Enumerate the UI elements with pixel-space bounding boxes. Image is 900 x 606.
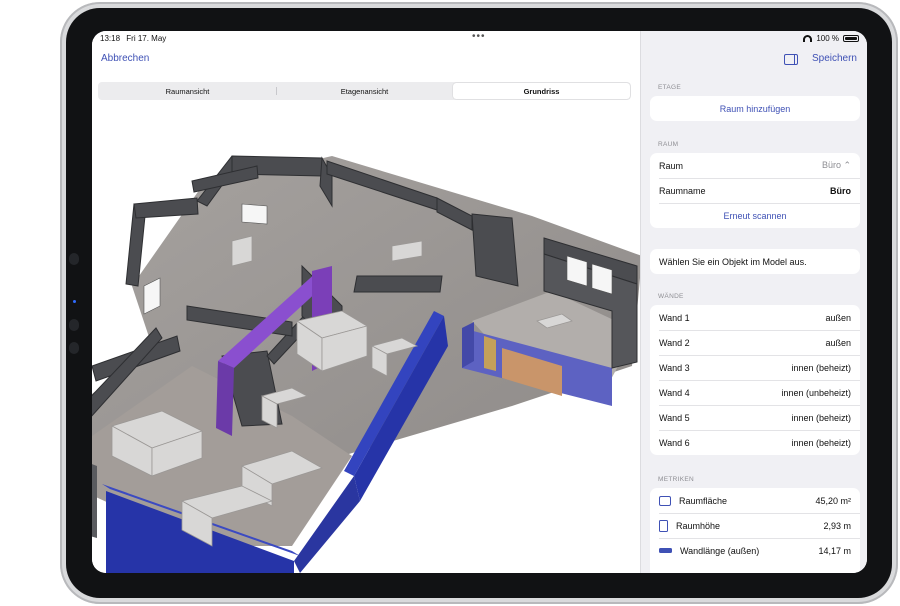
side-button bbox=[69, 342, 79, 354]
side-button bbox=[69, 319, 79, 331]
wifi-icon bbox=[803, 35, 813, 42]
wall-label: Wand 2 bbox=[659, 337, 690, 348]
metric-value: 14,17 m bbox=[818, 545, 851, 556]
add-room-button[interactable]: Raum hinzufügen bbox=[650, 96, 860, 121]
wall-row-3[interactable]: Wand 3 innen (beheizt) bbox=[650, 355, 860, 380]
wall-row-1[interactable]: Wand 1 außen bbox=[650, 305, 860, 330]
wall-label: Wand 3 bbox=[659, 362, 690, 373]
wall-label: Wand 1 bbox=[659, 312, 690, 323]
metrics-card: Raumfläche 45,20 m² Raumhöhe 2,93 m Wand… bbox=[650, 488, 860, 573]
tab-raumansicht[interactable]: Raumansicht bbox=[99, 83, 276, 99]
walls-card: Wand 1 außen Wand 2 außen Wand 3 innen (beh… bbox=[650, 305, 860, 455]
floor-plan-3d-model[interactable] bbox=[92, 106, 640, 573]
metric-row-area: Raumfläche 45,20 m² bbox=[650, 488, 860, 513]
wall-label: Wand 5 bbox=[659, 412, 690, 423]
metric-row-wall-length: Wandlänge (außen) 14,17 m bbox=[650, 538, 860, 563]
wall-row-4[interactable]: Wand 4 innen (unbeheizt) bbox=[650, 380, 860, 405]
raum-card: Raum Büro ⌃ Raumname Büro Erneut scannen bbox=[650, 153, 860, 228]
metric-row-height: Raumhöhe 2,93 m bbox=[650, 513, 860, 538]
tab-etagenansicht[interactable]: Etagenansicht bbox=[276, 83, 453, 99]
area-icon bbox=[659, 495, 671, 506]
metric-label: Raumfläche bbox=[679, 495, 728, 506]
inspector-panel: 100 % Speichern ETAGE Raum hinzufügen RA… bbox=[640, 31, 867, 573]
save-button[interactable]: Speichern bbox=[812, 53, 857, 64]
wall-type: innen (unbeheizt) bbox=[781, 387, 851, 398]
wall-row-6[interactable]: Wand 6 innen (beheizt) bbox=[650, 430, 860, 455]
wall-row-5[interactable]: Wand 5 innen (beheizt) bbox=[650, 405, 860, 430]
room-select-value[interactable]: Büro ⌃ bbox=[822, 160, 851, 171]
room-name-label: Raumname bbox=[659, 185, 706, 196]
view-segmented-control: Raumansicht Etagenansicht Grundriss bbox=[98, 82, 631, 100]
wall-label: Wand 6 bbox=[659, 437, 690, 448]
metric-label: Wandlänge (außen) bbox=[680, 545, 760, 556]
camera-indicator bbox=[73, 300, 76, 303]
status-date: Fri 17. May bbox=[126, 34, 167, 43]
hint-card: Wählen Sie ein Objekt im Model aus. bbox=[650, 249, 860, 274]
metric-value: 2,93 m bbox=[823, 520, 851, 531]
wall-type: innen (beheizt) bbox=[791, 437, 851, 448]
tab-grundriss[interactable]: Grundriss bbox=[453, 83, 630, 99]
room-name-value[interactable]: Büro bbox=[830, 186, 851, 196]
room-select-row[interactable]: Raum Büro ⌃ bbox=[650, 153, 860, 178]
wall-row-2[interactable]: Wand 2 außen bbox=[650, 330, 860, 355]
status-right: 100 % bbox=[803, 34, 859, 43]
length-icon bbox=[659, 548, 672, 553]
section-metrics-heading: METRIKEN bbox=[658, 476, 694, 483]
wall-type: innen (beheizt) bbox=[791, 412, 851, 423]
cancel-button[interactable]: Abbrechen bbox=[101, 53, 149, 64]
section-walls-heading: WÄNDE bbox=[658, 293, 684, 300]
screen: 13:18 Fri 17. May ••• Abbrechen Raumansi… bbox=[92, 31, 867, 573]
metric-value: 45,20 m² bbox=[815, 495, 851, 506]
status-time-date: 13:18 Fri 17. May bbox=[100, 34, 170, 43]
etage-card: Raum hinzufügen bbox=[650, 96, 860, 121]
side-button bbox=[69, 253, 79, 265]
sidebar-toggle-icon[interactable] bbox=[784, 54, 798, 65]
wall-label: Wand 4 bbox=[659, 387, 690, 398]
battery-icon bbox=[843, 35, 859, 42]
room-name-row[interactable]: Raumname Büro bbox=[650, 178, 860, 203]
section-etage-heading: ETAGE bbox=[658, 84, 682, 91]
select-object-hint: Wählen Sie ein Objekt im Model aus. bbox=[659, 256, 807, 267]
room-label: Raum bbox=[659, 160, 684, 171]
wall-type: außen bbox=[825, 337, 851, 348]
wall-type: innen (beheizt) bbox=[791, 362, 851, 373]
metric-label: Raumhöhe bbox=[676, 520, 721, 531]
wall-type: außen bbox=[825, 312, 851, 323]
rescan-button[interactable]: Erneut scannen bbox=[650, 203, 860, 228]
battery-percent: 100 % bbox=[816, 34, 839, 43]
status-time: 13:18 bbox=[100, 34, 121, 43]
model-pane: 13:18 Fri 17. May ••• Abbrechen Raumansi… bbox=[92, 31, 640, 573]
multitask-dots[interactable]: ••• bbox=[472, 31, 486, 42]
height-icon bbox=[659, 519, 668, 532]
section-raum-heading: RAUM bbox=[658, 141, 679, 148]
